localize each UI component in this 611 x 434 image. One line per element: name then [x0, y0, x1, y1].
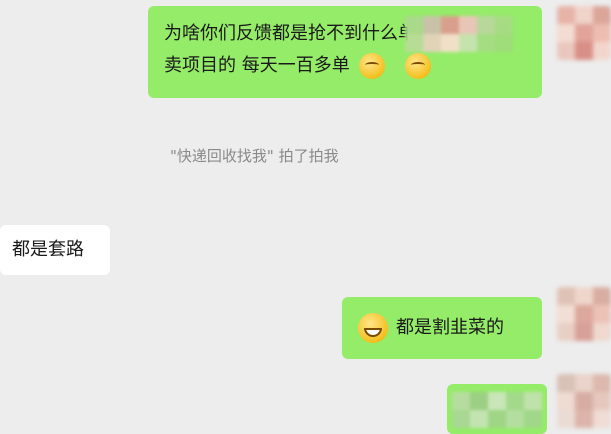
user-avatar[interactable]: [557, 287, 611, 341]
pat-notice: "快递回收找我" 拍了拍我: [170, 147, 339, 165]
grin-emoji-icon: [358, 313, 388, 343]
outgoing-message-bubble[interactable]: 都是割韭菜的: [342, 297, 542, 359]
message-text: 卖项目的 每天一百多单: [164, 55, 350, 76]
smirk-emoji-icon: [359, 53, 386, 79]
blurred-content: [452, 392, 542, 429]
user-avatar[interactable]: [557, 374, 611, 428]
user-avatar[interactable]: [557, 6, 611, 60]
chat-area: 为啥你们反馈都是抢不到什么单子 那些 卖项目的 每天一百多单 "快递回收找我": [0, 0, 611, 434]
incoming-message-bubble[interactable]: 都是套路: [0, 225, 110, 275]
blurred-content: [405, 16, 525, 66]
message-text: 都是套路: [12, 239, 84, 260]
message-text: 都是割韭菜的: [396, 317, 504, 338]
